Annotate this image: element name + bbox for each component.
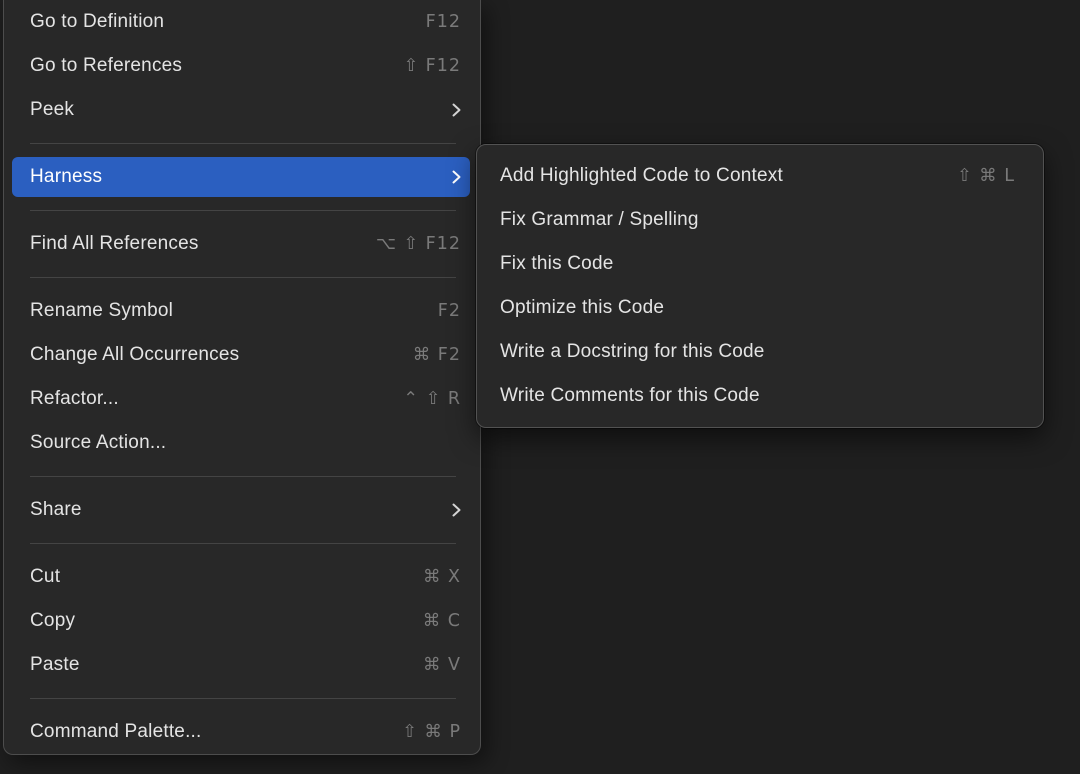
menu-item-label: Harness [30,166,452,188]
menu-separator [30,698,456,699]
menu-item-label: Refactor... [30,388,403,410]
menu-item-shortcut: ⌘ X [423,567,461,587]
menu-item-paste[interactable]: Paste ⌘ V [4,643,480,687]
menu-item-shortcut: ⇧ ⌘ P [402,722,461,742]
menu-item-peek[interactable]: Peek [4,88,480,132]
menu-item-share[interactable]: Share [4,488,480,532]
menu-item-shortcut: ⌘ F2 [413,345,461,365]
menu-item-command-palette[interactable]: Command Palette... ⇧ ⌘ P [4,710,480,754]
menu-separator [30,543,456,544]
menu-separator [30,476,456,477]
menu-item-label: Source Action... [30,432,461,454]
submenu-item-fix-this-code[interactable]: Fix this Code [477,242,1043,286]
menu-item-label: Copy [30,610,423,632]
menu-item-label: Command Palette... [30,721,402,743]
menu-item-shortcut: F2 [438,301,461,321]
menu-item-shortcut: ⌥ ⇧ F12 [376,234,461,254]
submenu-item-fix-grammar-spelling[interactable]: Fix Grammar / Spelling [477,198,1043,242]
menu-item-change-all-occurrences[interactable]: Change All Occurrences ⌘ F2 [4,333,480,377]
menu-item-label: Cut [30,566,423,588]
menu-item-label: Find All References [30,233,376,255]
menu-item-label: Write a Docstring for this Code [500,341,1015,363]
menu-item-harness[interactable]: Harness [12,157,470,197]
menu-item-label: Write Comments for this Code [500,385,1015,407]
menu-item-go-to-references[interactable]: Go to References ⇧ F12 [4,44,480,88]
menu-item-shortcut: ⌘ C [423,611,461,631]
harness-submenu: Add Highlighted Code to Context ⇧ ⌘ L Fi… [476,144,1044,428]
editor-context-menu: Go to Definition F12 Go to References ⇧ … [3,0,481,755]
chevron-right-icon [452,103,461,117]
menu-item-source-action[interactable]: Source Action... [4,421,480,465]
menu-item-label: Rename Symbol [30,300,438,322]
menu-item-shortcut: ⌃ ⇧ R [403,389,461,409]
menu-item-label: Optimize this Code [500,297,1015,319]
menu-item-label: Paste [30,654,423,676]
submenu-item-add-highlighted-code-to-context[interactable]: Add Highlighted Code to Context ⇧ ⌘ L [477,154,1043,198]
menu-item-cut[interactable]: Cut ⌘ X [4,555,480,599]
menu-separator [30,277,456,278]
menu-item-label: Go to Definition [30,11,426,33]
submenu-item-write-a-docstring-for-this-code[interactable]: Write a Docstring for this Code [477,330,1043,374]
menu-item-label: Go to References [30,55,403,77]
menu-item-label: Peek [30,99,452,121]
menu-separator [30,143,456,144]
menu-item-shortcut: ⇧ F12 [403,56,461,76]
menu-item-refactor[interactable]: Refactor... ⌃ ⇧ R [4,377,480,421]
menu-item-go-to-definition[interactable]: Go to Definition F12 [4,0,480,44]
chevron-right-icon [452,170,461,184]
submenu-item-optimize-this-code[interactable]: Optimize this Code [477,286,1043,330]
menu-item-shortcut: ⌘ V [423,655,461,675]
editor-background: Go to Definition F12 Go to References ⇧ … [0,0,1080,774]
menu-item-shortcut: ⇧ ⌘ L [957,166,1015,186]
menu-item-rename-symbol[interactable]: Rename Symbol F2 [4,289,480,333]
menu-item-label: Add Highlighted Code to Context [500,165,957,187]
menu-item-label: Change All Occurrences [30,344,413,366]
chevron-right-icon [452,503,461,517]
menu-separator [30,210,456,211]
menu-item-label: Share [30,499,452,521]
menu-item-label: Fix this Code [500,253,1015,275]
submenu-item-write-comments-for-this-code[interactable]: Write Comments for this Code [477,374,1043,418]
menu-item-find-all-references[interactable]: Find All References ⌥ ⇧ F12 [4,222,480,266]
menu-item-copy[interactable]: Copy ⌘ C [4,599,480,643]
menu-item-label: Fix Grammar / Spelling [500,209,1015,231]
menu-item-shortcut: F12 [426,12,461,32]
